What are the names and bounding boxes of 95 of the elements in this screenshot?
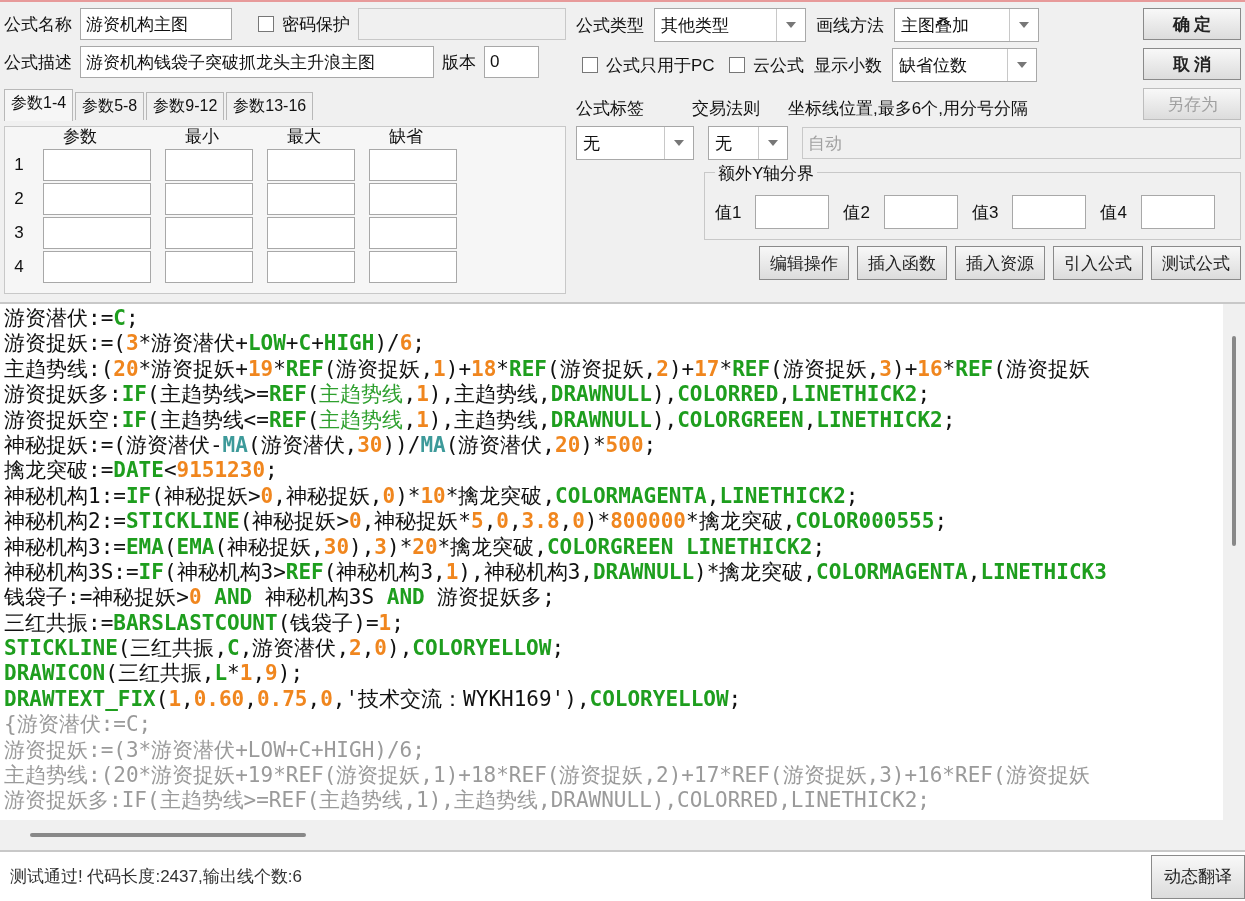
text-field[interactable] bbox=[267, 183, 355, 215]
caret-icon bbox=[674, 140, 684, 146]
field-label: 公式只用于PC bbox=[606, 54, 715, 77]
column-header: 最大 bbox=[286, 127, 322, 147]
field-label: 显示小数 bbox=[813, 54, 882, 77]
field-label: 公式类型 bbox=[576, 14, 644, 37]
column-header: 缺省 bbox=[388, 127, 424, 147]
field-label: 公式名称 bbox=[4, 13, 72, 36]
text-field[interactable] bbox=[369, 217, 457, 249]
text-field[interactable]: 0 bbox=[484, 46, 539, 78]
text-field[interactable] bbox=[267, 217, 355, 249]
caret-icon bbox=[1019, 22, 1029, 28]
code-line: 主趋势线:(20*游资捉妖+19*REF(游资捉妖,1)+18*REF(游资捉妖,2)+17*REF(游资捉妖,3)+16*REF(游资捉妖 bbox=[4, 356, 1091, 383]
tab[interactable]: 参数13-16 bbox=[226, 92, 314, 120]
field-label: 值3 bbox=[971, 201, 999, 224]
code-line: 游资捉妖空:IF(主趋势线<=REF(主趋势线,1),主趋势线,DRAWNULL),COLORGREEN,LINETHICK2; bbox=[4, 407, 957, 433]
button[interactable]: 动态翻译 bbox=[1151, 854, 1245, 899]
dropdown[interactable]: 缺省位数 bbox=[891, 48, 1037, 82]
dropdown[interactable]: 其他类型 bbox=[654, 8, 806, 42]
tab[interactable]: 参数1-4 bbox=[4, 89, 74, 121]
row-number: 2 bbox=[13, 188, 25, 210]
field-label: 画线方法 bbox=[816, 14, 884, 37]
code-line: 主趋势线:(20*游资捉妖+19*REF(游资捉妖,1)+18*REF(游资捉妖,2)+17*REF(游资捉妖,3)+16*REF(游资捉妖 bbox=[4, 763, 1091, 789]
column-header: 最小 bbox=[184, 127, 220, 147]
row-number: 4 bbox=[13, 256, 25, 278]
code-line: 游资潜伏:=C; bbox=[4, 306, 140, 332]
text-field[interactable] bbox=[369, 251, 457, 283]
code-line: {游资潜伏:=C; bbox=[4, 712, 153, 738]
text-field[interactable] bbox=[43, 183, 151, 215]
code-line: 神秘机构3:=EMA(EMA(神秘捉妖,30),3)*20*擒龙突破,COLORGREEN LINETHICK2; bbox=[4, 534, 827, 560]
code-line: DRAWTEXT_FIX(1,0.60,0.75,0,'技术交流：WYKH169'),COLORYELLOW; bbox=[4, 686, 743, 713]
checkbox[interactable] bbox=[728, 57, 745, 73]
dropdown[interactable]: 主图叠加 bbox=[894, 8, 1039, 42]
row-number: 3 bbox=[13, 222, 25, 244]
button[interactable]: 引入公式 bbox=[1053, 246, 1143, 280]
field-label: 交易法则 bbox=[692, 98, 760, 120]
button[interactable]: 插入资源 bbox=[955, 246, 1045, 280]
dropdown[interactable]: 无 bbox=[708, 126, 788, 160]
code-line: 游资捉妖:=(3*游资潜伏+LOW+C+HIGH)/6; bbox=[4, 737, 426, 764]
code-line: 神秘机构3S:=IF(神秘机构3>REF(神秘机构3,1),神秘机构3,DRAWNULL)*擒龙突破,COLORMAGENTA,LINETHICK3 bbox=[4, 559, 1108, 586]
text-field[interactable] bbox=[43, 251, 151, 283]
text-field[interactable] bbox=[43, 217, 151, 249]
status-message: 测试通过! 代码长度:2437,输出线个数:6 bbox=[9, 866, 302, 888]
code-line: 神秘机构2:=STICKLINE(神秘捉妖>0,神秘捉妖*5,0,3.8,0)*800000*擒龙突破,COLOR000555; bbox=[4, 509, 949, 535]
text-field[interactable] bbox=[369, 183, 457, 215]
checkbox[interactable] bbox=[258, 16, 274, 32]
code-line: 神秘机构1:=IF(神秘捉妖>0,神秘捉妖,0)*10*擒龙突破,COLORMAGENTA,LINETHICK2; bbox=[4, 483, 860, 510]
field-label: 值2 bbox=[843, 201, 870, 224]
text-field[interactable] bbox=[165, 183, 253, 215]
code-line: 神秘捉妖:=(游资潜伏-MA(游资潜伏,30))/MA(游资潜伏,20)*500; bbox=[4, 432, 658, 459]
button[interactable]: 确 定 bbox=[1143, 8, 1241, 40]
text-field[interactable] bbox=[165, 251, 253, 283]
code-line: 钱袋子:=神秘捉妖>0 AND 神秘机构3S AND 游资捉妖多; bbox=[4, 585, 556, 611]
field-label: 坐标线位置,最多6个,用分号分隔 bbox=[788, 98, 1028, 120]
tab[interactable]: 参数9-12 bbox=[146, 92, 225, 120]
field-label: 密码保护 bbox=[282, 13, 350, 36]
text-field[interactable] bbox=[165, 217, 253, 249]
text-field[interactable] bbox=[43, 149, 151, 181]
caret-icon bbox=[1016, 62, 1027, 68]
code-line: 游资捉妖多:IF(主趋势线>=REF(主趋势线,1),主趋势线,DRAWNULL),COLORRED,LINETHICK2; bbox=[4, 382, 932, 408]
text-field[interactable] bbox=[369, 149, 457, 181]
dropdown[interactable]: 无 bbox=[576, 126, 694, 160]
checkbox[interactable] bbox=[582, 57, 598, 73]
code-line: DRAWICON(三红共振,L*1,9); bbox=[4, 661, 305, 687]
tab[interactable]: 参数5-8 bbox=[75, 92, 145, 120]
field-label: 公式标签 bbox=[576, 98, 644, 120]
field-label: 公式描述 bbox=[4, 51, 72, 74]
text-field[interactable] bbox=[267, 149, 355, 181]
horizontal-scrollbar[interactable] bbox=[0, 820, 1223, 850]
text-field[interactable] bbox=[755, 195, 830, 229]
button[interactable]: 插入函数 bbox=[857, 246, 947, 280]
field-label: 值4 bbox=[1100, 201, 1127, 224]
button[interactable]: 编辑操作 bbox=[759, 246, 849, 280]
field-label: 值1 bbox=[715, 201, 742, 224]
code-line: 游资捉妖:=(3*游资潜伏+LOW+C+HIGH)/6; bbox=[4, 331, 426, 357]
text-field[interactable]: 游资机构主图 bbox=[80, 8, 232, 40]
column-header: 参数 bbox=[62, 127, 98, 147]
text-field[interactable] bbox=[267, 251, 355, 283]
caret-icon bbox=[768, 140, 778, 146]
code-line: STICKLINE(三红共振,C,游资潜伏,2,0),COLORYELLOW; bbox=[4, 636, 566, 662]
text-field[interactable] bbox=[1012, 195, 1087, 229]
text-field[interactable] bbox=[883, 195, 958, 229]
text-field[interactable]: 游资机构钱袋子突破抓龙头主升浪主图 bbox=[80, 46, 434, 78]
field-label: 云公式 bbox=[752, 54, 804, 77]
button[interactable]: 测试公式 bbox=[1151, 246, 1241, 280]
text-field[interactable] bbox=[1140, 195, 1215, 229]
field-label: 版本 bbox=[442, 51, 476, 74]
caret-icon bbox=[786, 22, 796, 28]
text-field[interactable] bbox=[165, 149, 253, 181]
group-title: 额外Y轴分界 bbox=[715, 162, 818, 185]
code-line: 三红共振:=BARSLASTCOUNT(钱袋子)=1; bbox=[4, 610, 405, 637]
code-line: 游资捉妖多:IF(主趋势线>=REF(主趋势线,1),主趋势线,DRAWNULL),COLORRED,LINETHICK2; bbox=[4, 788, 931, 814]
button[interactable]: 取 消 bbox=[1143, 48, 1241, 80]
row-number: 1 bbox=[13, 154, 25, 176]
code-line: 擒龙突破:=DATE<9151230; bbox=[4, 458, 279, 484]
